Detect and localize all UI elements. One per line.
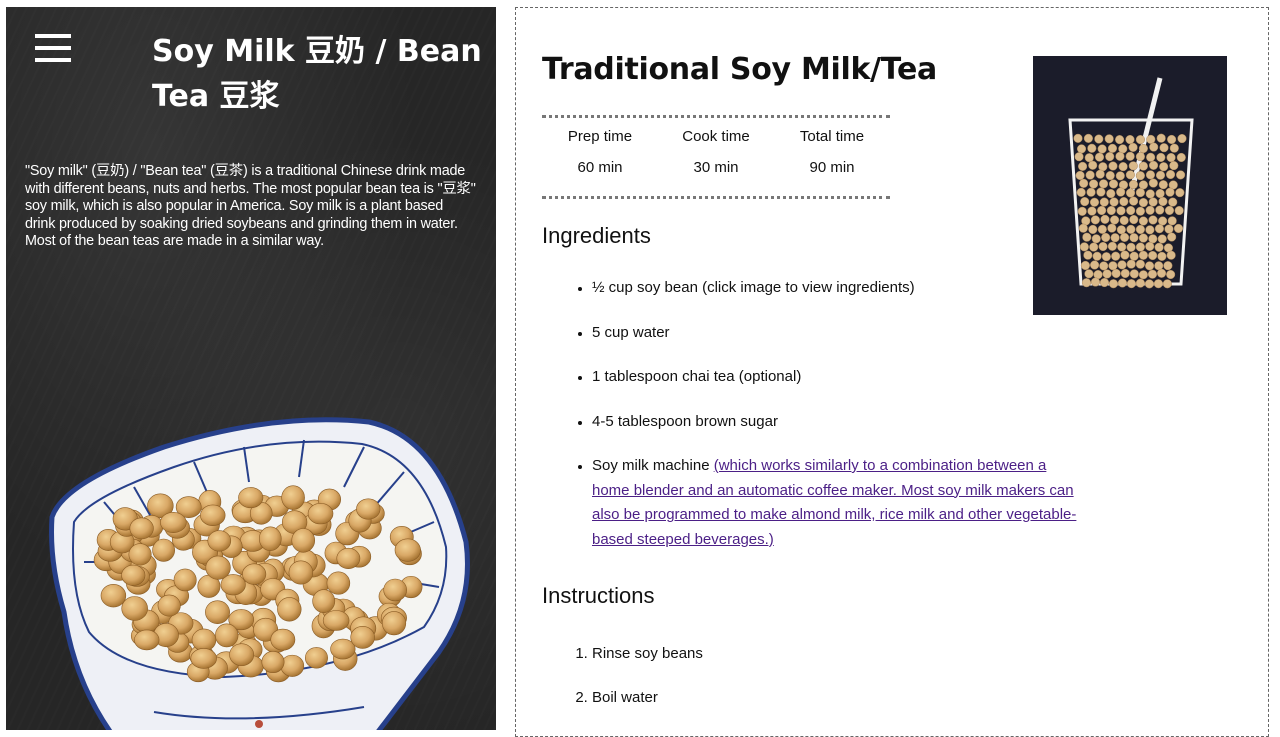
list-item: Soy milk machine (which works similarly … [592, 454, 1082, 552]
hero-panel: Soy Milk 豆奶 / Bean Tea 豆浆 "Soy milk" (豆奶… [6, 7, 496, 730]
total-time-value: 90 min [809, 159, 855, 176]
list-item: ½ cup soy bean (click image to view ingr… [592, 276, 1082, 301]
total-time-label: Total time [799, 128, 865, 145]
intro-description: "Soy milk" (豆奶) / "Bean tea" (豆茶) is a t… [25, 163, 476, 249]
cook-time-value: 30 min [693, 159, 739, 176]
list-item: Boil water [592, 686, 1052, 710]
cook-time: Cook time 30 min [658, 118, 774, 196]
page-title: Soy Milk 豆奶 / Bean Tea 豆浆 [152, 34, 482, 114]
recipe-times: Prep time 60 min Cook time 30 min Total … [542, 115, 890, 199]
prep-time-value: 60 min [577, 159, 623, 176]
hamburger-menu-icon[interactable] [35, 34, 71, 62]
recipe-card: Traditional Soy Milk/Tea Prep time 60 mi… [515, 7, 1269, 737]
prep-time: Prep time 60 min [542, 118, 658, 196]
ingredients-heading: Ingredients [542, 223, 651, 248]
glass-beans [1073, 133, 1187, 289]
ingredients-thumbnail-image[interactable] [1033, 56, 1227, 315]
instructions-heading: Instructions [542, 583, 655, 608]
recipe-title: Traditional Soy Milk/Tea [542, 52, 937, 87]
total-time: Total time 90 min [774, 118, 890, 196]
cook-time-label: Cook time [682, 128, 750, 145]
list-item: Rinse soy beans [592, 642, 1052, 666]
list-item: 1 tablespoon chai tea (optional) [592, 365, 1082, 390]
machine-label: Soy milk machine [592, 457, 714, 474]
ingredients-list: ½ cup soy bean (click image to view ingr… [542, 276, 1082, 572]
list-item: 4-5 tablespoon brown sugar [592, 410, 1082, 435]
prep-time-label: Prep time [567, 128, 633, 145]
soybean-bowl-image [49, 417, 470, 730]
instructions-list: Rinse soy beans Boil water [542, 642, 1052, 730]
list-item: 5 cup water [592, 321, 1082, 346]
